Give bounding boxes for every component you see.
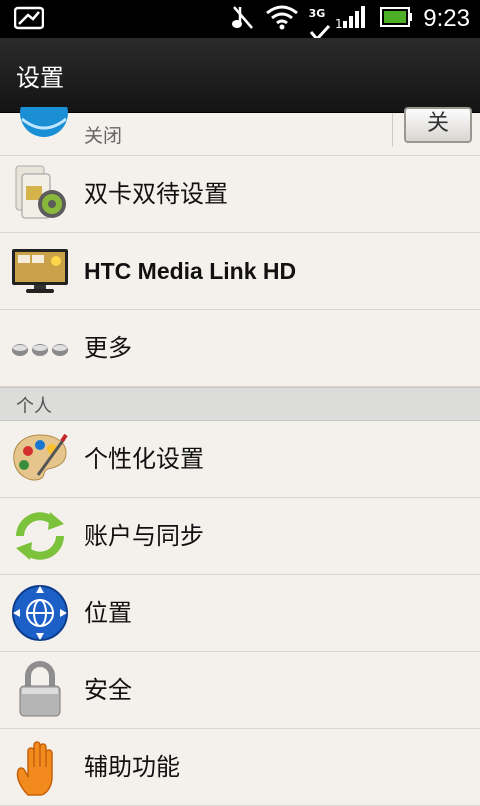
settings-item-label: 辅助功能 [84, 753, 180, 781]
settings-item-label: 个性化设置 [84, 445, 204, 473]
settings-item-personalize[interactable]: 个性化设置 [0, 421, 480, 498]
page-title: 设置 [16, 64, 64, 92]
more-dots-icon [10, 318, 70, 378]
globe-network-icon [20, 89, 68, 151]
hand-icon [10, 737, 70, 797]
settings-item-accounts-sync[interactable]: 账户与同步 [0, 498, 480, 575]
location-globe-icon [10, 583, 70, 643]
section-header-personal: 个人 [0, 387, 480, 421]
settings-item-security[interactable]: 安全 [0, 652, 480, 729]
tv-icon [10, 241, 70, 301]
wifi-icon [265, 4, 299, 34]
settings-item-location[interactable]: 位置 [0, 575, 480, 652]
toggle-button[interactable]: 关 [404, 107, 472, 143]
settings-list: 关闭 关 双卡双待设置 HTC Media Link HD 更多 个人 个性化设… [0, 89, 480, 806]
settings-item-label: 安全 [84, 676, 132, 704]
divider [392, 113, 393, 147]
settings-item-media-link[interactable]: HTC Media Link HD [0, 233, 480, 310]
svg-text:1: 1 [335, 17, 343, 30]
music-muted-icon [231, 3, 255, 35]
palette-icon [10, 429, 70, 489]
setting-subtitle: 关闭 [84, 125, 123, 147]
settings-item-accessibility[interactable]: 辅助功能 [0, 729, 480, 806]
settings-item-label: 更多 [84, 334, 132, 362]
settings-item-more[interactable]: 更多 [0, 310, 480, 387]
section-header-label: 个人 [16, 396, 52, 417]
network-type: 3G [308, 6, 326, 20]
title-bar: 设置 [0, 38, 480, 113]
settings-item-label: 双卡双待设置 [84, 180, 228, 208]
data-3g-icon: 3G [308, 6, 330, 41]
signal-icon: 1 [335, 4, 369, 34]
settings-item-label: HTC Media Link HD [84, 258, 297, 284]
settings-item-label: 位置 [84, 599, 132, 627]
settings-item-network-partial[interactable]: 关闭 关 [0, 89, 480, 156]
dual-sim-gear-icon [10, 164, 70, 224]
battery-icon [379, 6, 413, 32]
settings-item-label: 账户与同步 [84, 522, 204, 550]
screenshot-icon [13, 6, 45, 34]
lock-icon [10, 660, 70, 720]
status-bar: 3G 1 9:23 [0, 0, 480, 41]
settings-item-dual-sim[interactable]: 双卡双待设置 [0, 156, 480, 233]
sync-icon [10, 506, 70, 566]
status-time: 9:23 [423, 5, 470, 32]
